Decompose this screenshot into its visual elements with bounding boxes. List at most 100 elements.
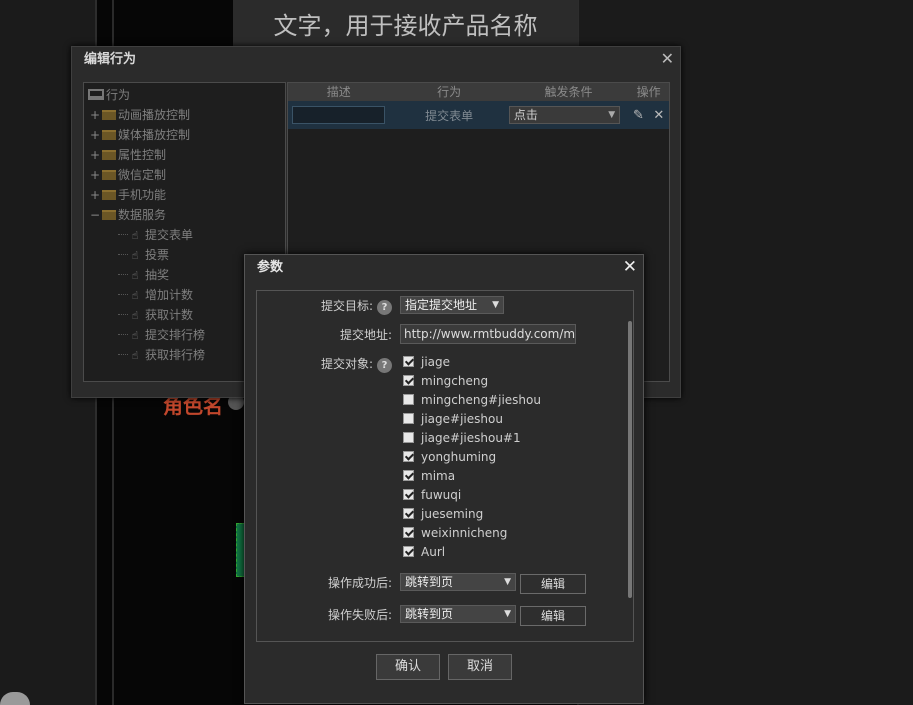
checkbox[interactable] [403, 508, 414, 519]
submit-object-label: jiage [421, 355, 451, 369]
submit-object-item[interactable]: jiage [403, 353, 541, 372]
tree-item-label: 提交表单 [145, 228, 194, 242]
dropdown-arrow-icon: ▼ [504, 577, 511, 587]
on-success-edit-button[interactable]: 编辑 [520, 574, 586, 594]
submit-object-item[interactable]: Aurl [403, 543, 541, 562]
submit-object-label: jiage#jieshou [421, 412, 503, 426]
checkbox[interactable] [403, 394, 414, 405]
action-cell: 提交表单 [425, 108, 474, 123]
hand-pointer-icon: ☝ [131, 309, 139, 322]
product-name-text-element[interactable]: 文字，用于接收产品名称 [233, 0, 578, 46]
expand-icon[interactable]: + [88, 145, 102, 165]
submit-object-item[interactable]: fuwuqi [403, 486, 541, 505]
column-header: 操作 [636, 85, 661, 99]
dropdown-arrow-icon: ▼ [608, 110, 616, 120]
on-fail-label: 操作失败后: [327, 608, 392, 622]
tree-item[interactable]: ☝ 提交表单 [88, 225, 285, 245]
submit-object-item[interactable]: jueseming [403, 505, 541, 524]
scrollbar[interactable] [628, 321, 632, 598]
checkbox[interactable] [403, 527, 414, 538]
params-dialog: 参数 ✕ 提交目标:? 指定提交地址 ▼ 提交地址: http://www.rmt… [244, 254, 644, 704]
checkbox[interactable] [403, 546, 414, 557]
submit-object-item[interactable]: jiage#jieshou [403, 410, 541, 429]
tree-item-label: 提交排行榜 [145, 328, 206, 342]
close-icon[interactable]: ✕ [661, 49, 674, 68]
tree-folder[interactable]: + 手机功能 [88, 185, 285, 205]
submit-object-item[interactable]: yonghuming [403, 448, 541, 467]
submit-object-item[interactable]: mingcheng#jieshou [403, 391, 541, 410]
on-fail-edit-button[interactable]: 编辑 [520, 606, 586, 626]
submit-object-item[interactable]: mima [403, 467, 541, 486]
submit-object-label: yonghuming [421, 450, 497, 464]
collapse-icon[interactable]: − [88, 205, 102, 225]
expand-icon[interactable]: + [88, 105, 102, 125]
tree-folder-label: 媒体播放控制 [118, 128, 191, 142]
confirm-button[interactable]: 确认 [376, 654, 440, 680]
tree-item-label: 投票 [145, 248, 170, 262]
submit-objects-list: jiage mingcheng mingcheng#jieshou jiage#jie… [403, 353, 541, 562]
cancel-button[interactable]: 取消 [448, 654, 512, 680]
submit-object-item[interactable]: jiage#jieshou#1 [403, 429, 541, 448]
tree-root[interactable]: 行为 [88, 85, 285, 105]
checkbox[interactable] [403, 432, 414, 443]
submit-target-select[interactable]: 指定提交地址 ▼ [400, 296, 504, 314]
tree-item-label: 增加计数 [145, 288, 194, 302]
checkbox[interactable] [403, 375, 414, 386]
window-title: 编辑行为 [84, 52, 137, 67]
delete-icon[interactable]: ✕ [653, 108, 664, 123]
checkbox[interactable] [403, 413, 414, 424]
submit-url-input[interactable]: http://www.rmtbuddy.com/mu [400, 324, 576, 344]
checkbox[interactable] [403, 489, 414, 500]
close-icon[interactable]: ✕ [623, 257, 637, 277]
on-success-value: 跳转到页 [405, 575, 454, 589]
folder-icon [102, 150, 116, 160]
submit-object-label: Aurl [421, 545, 446, 559]
tree-folder[interactable]: + 属性控制 [88, 145, 285, 165]
tree-item-label: 获取排行榜 [145, 348, 206, 362]
tree-folder-data-service[interactable]: − 数据服务 [88, 205, 285, 225]
submit-target-value: 指定提交地址 [405, 298, 478, 312]
hand-pointer-icon: ☝ [131, 269, 139, 282]
tree-folder[interactable]: + 媒体播放控制 [88, 125, 285, 145]
tree-folder-label: 属性控制 [118, 148, 167, 162]
submit-object-label: mima [421, 469, 456, 483]
submit-object-item[interactable]: mingcheng [403, 372, 541, 391]
tree-folder[interactable]: + 动画播放控制 [88, 105, 285, 125]
tree-folder-label: 数据服务 [118, 208, 167, 222]
dropdown-arrow-icon: ▼ [504, 609, 511, 619]
computer-icon [88, 89, 104, 100]
submit-object-label: jueseming [421, 507, 484, 521]
tree-folder[interactable]: + 微信定制 [88, 165, 285, 185]
trigger-select[interactable]: 点击 ▼ [508, 106, 621, 124]
on-fail-value: 跳转到页 [405, 607, 454, 621]
expand-icon[interactable]: + [88, 125, 102, 145]
tree-folder-label: 手机功能 [118, 188, 167, 202]
folder-icon [102, 110, 116, 120]
checkbox[interactable] [403, 470, 414, 481]
dropdown-arrow-icon: ▼ [492, 300, 499, 310]
expand-icon[interactable]: + [88, 165, 102, 185]
tree-item-label: 获取计数 [145, 308, 194, 322]
checkbox[interactable] [403, 356, 414, 367]
on-fail-select[interactable]: 跳转到页 ▼ [400, 605, 516, 623]
on-success-label: 操作成功后: [327, 576, 392, 590]
submit-objects-label: 提交对象:? [257, 355, 392, 373]
table-header: 描述 行为 触发条件 操作 [288, 83, 669, 101]
column-header: 行为 [437, 85, 462, 99]
expand-icon[interactable]: + [88, 185, 102, 205]
on-success-select[interactable]: 跳转到页 ▼ [400, 573, 516, 591]
hand-pointer-icon: ☝ [131, 289, 139, 302]
dialog-title: 参数 [257, 260, 284, 275]
description-input[interactable] [292, 106, 386, 124]
hand-pointer-icon: ☝ [131, 349, 139, 362]
folder-icon [102, 130, 116, 140]
pencil-icon[interactable]: ✎ [633, 108, 644, 123]
submit-object-item[interactable]: weixinnicheng [403, 524, 541, 543]
help-icon[interactable]: ? [377, 300, 392, 315]
help-icon[interactable]: ? [377, 358, 392, 373]
tree-item-label: 抽奖 [145, 268, 170, 282]
column-header: 触发条件 [544, 85, 593, 99]
checkbox[interactable] [403, 451, 414, 462]
tree-root-label: 行为 [106, 88, 131, 102]
table-row[interactable]: 提交表单 点击 ▼ ✎ ✕ [288, 101, 669, 129]
